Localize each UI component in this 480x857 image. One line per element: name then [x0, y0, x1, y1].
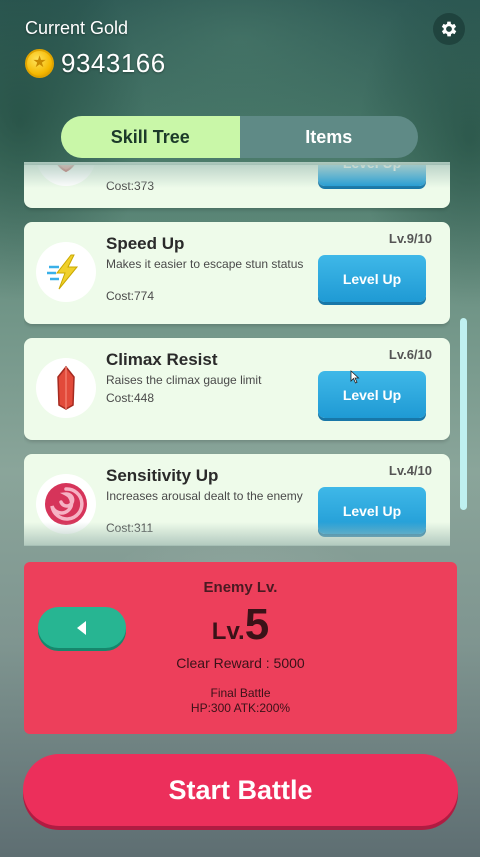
skill-icon-frame	[36, 242, 96, 302]
enemy-stats: HP:300 ATK:200%	[190, 701, 291, 715]
skill-cost: Cost:311	[106, 521, 154, 535]
shield-icon	[57, 165, 75, 173]
enemy-level-prefix: Lv.	[211, 618, 245, 645]
skill-level: Lv.4/10	[388, 463, 432, 478]
skill-cost: Cost:448	[106, 391, 155, 405]
start-battle-button[interactable]: Start Battle	[23, 754, 458, 826]
enemy-level-title: Enemy Lv.	[203, 579, 278, 596]
skill-description: Makes it easier to escape stun status	[106, 257, 304, 271]
skill-name: Climax Resist	[106, 350, 218, 369]
skill-level: Lv.9/10	[388, 231, 432, 246]
skill-card-climax-resist: Climax Resist Raises the climax gauge li…	[24, 338, 450, 440]
level-up-button[interactable]: Level Up	[318, 255, 426, 302]
enemy-panel: Enemy Lv. Lv.5 Clear Reward : 5000 Final…	[24, 562, 457, 734]
tab-bar: Skill Tree Items	[61, 116, 418, 158]
coin-icon: ★	[25, 48, 54, 78]
tab-items[interactable]: Items	[240, 116, 419, 158]
battle-name: Final Battle	[210, 686, 271, 700]
skill-icon-frame	[36, 474, 96, 534]
level-up-button[interactable]: Level Up	[318, 487, 426, 534]
skill-icon-frame	[36, 358, 96, 418]
settings-button[interactable]	[433, 13, 465, 45]
crystal-icon	[57, 365, 75, 410]
skill-description: Increases arousal dealt to the enemy	[106, 489, 303, 503]
gold-label: Current Gold	[25, 18, 129, 38]
mouse-cursor-icon	[350, 370, 360, 384]
skill-name: Sensitivity Up	[106, 466, 219, 485]
level-up-button[interactable]: Level Up	[318, 165, 426, 186]
skill-cost: Cost:774	[106, 289, 155, 303]
list-scrollbar[interactable]	[460, 318, 467, 510]
lightning-icon	[47, 254, 79, 290]
gold-display: ★ 9343166	[25, 47, 166, 79]
skill-description: Raises the climax gauge limit	[106, 373, 262, 387]
enemy-level-display: Lv.5	[24, 600, 457, 650]
level-up-button[interactable]: Level Up	[318, 371, 426, 418]
skill-card: Cost:373 Level Up	[24, 165, 450, 208]
gear-icon	[441, 21, 457, 37]
skill-list[interactable]: Cost:373 Level Up Speed Up Makes it easi…	[24, 165, 450, 545]
skill-card-speed-up: Speed Up Makes it easier to escape stun …	[24, 222, 450, 324]
enemy-level-value: 5	[244, 600, 270, 649]
gold-value: 9343166	[61, 47, 166, 78]
skill-level: Lv.6/10	[388, 347, 432, 362]
skill-icon-frame	[36, 165, 96, 186]
skill-card-sensitivity-up: Sensitivity Up Increases arousal dealt t…	[24, 454, 450, 545]
swirl-icon	[45, 483, 87, 525]
skill-name: Speed Up	[106, 234, 185, 253]
skill-cost: Cost:373	[106, 179, 155, 193]
clear-reward: Clear Reward : 5000	[176, 655, 305, 671]
tab-skill-tree[interactable]: Skill Tree	[61, 116, 240, 158]
